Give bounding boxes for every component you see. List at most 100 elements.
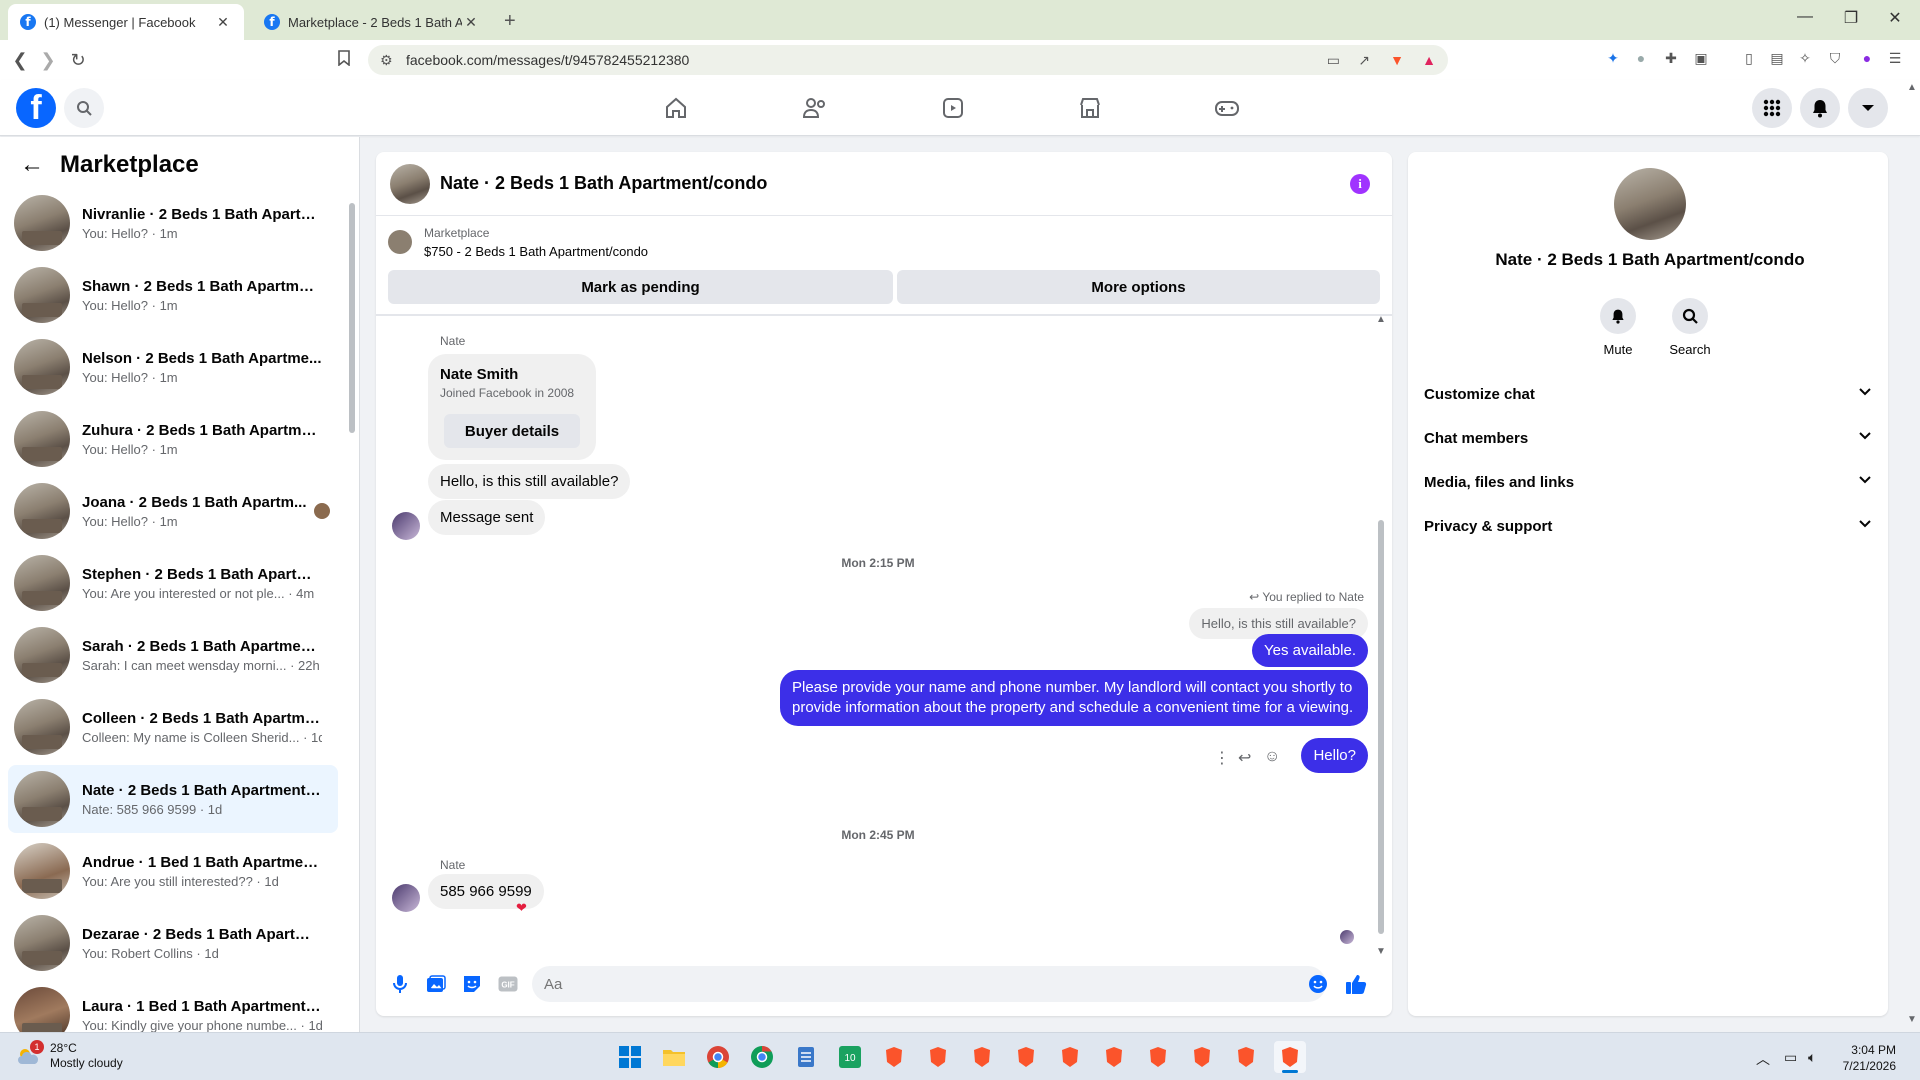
wallet-icon[interactable]: ▤ — [1768, 50, 1786, 68]
brave-browser-icon[interactable] — [1230, 1041, 1262, 1073]
page-scrollbar[interactable]: ▲ ▼ — [1904, 80, 1920, 1030]
file-explorer-icon[interactable] — [658, 1041, 690, 1073]
brave-browser-icon[interactable] — [966, 1041, 998, 1073]
bookmark-icon[interactable] — [332, 50, 356, 71]
more-options-button[interactable]: More options — [897, 270, 1380, 304]
network-icon[interactable]: ▭ — [1784, 1049, 1797, 1066]
new-tab-icon[interactable]: + — [504, 10, 516, 33]
customize-chat-row[interactable]: Customize chat — [1416, 372, 1886, 416]
incoming-message[interactable]: Hello, is this still available? — [428, 464, 631, 499]
extension-icon[interactable]: ▣ — [1692, 50, 1710, 68]
scrollbar-thumb[interactable] — [1378, 520, 1384, 934]
microphone-icon[interactable] — [388, 972, 412, 996]
tray-chevron-up-icon[interactable]: ︿ — [1756, 1049, 1770, 1069]
sidebar-scrollbar[interactable] — [348, 193, 356, 1032]
conversation-item[interactable]: Colleen · 2 Beds 1 Bath Apartme... Collee… — [8, 693, 338, 761]
chat-scrollbar[interactable]: ▲ ▼ — [1376, 314, 1386, 957]
gif-icon[interactable]: GIF — [496, 972, 520, 996]
like-thumb-icon[interactable] — [1344, 972, 1368, 996]
extensions-puzzle-icon[interactable]: ✚ — [1662, 50, 1680, 68]
vpn-icon[interactable]: ⛉ — [1826, 50, 1844, 68]
watch-icon[interactable] — [929, 92, 977, 124]
url-field[interactable]: ⚙ facebook.com/messages/t/94578245521238… — [368, 45, 1448, 75]
gaming-icon[interactable] — [1203, 92, 1251, 124]
incoming-message[interactable]: Message sent — [428, 500, 546, 535]
brave-browser-icon[interactable] — [878, 1041, 910, 1073]
brave-rewards-icon[interactable]: ▲ — [1422, 52, 1436, 68]
sticker-icon[interactable] — [460, 972, 484, 996]
conversation-item[interactable]: Laura · 1 Bed 1 Bath Apartment/... You: K… — [8, 981, 338, 1032]
buyer-details-button[interactable]: Buyer details — [444, 414, 580, 448]
outgoing-message[interactable]: Yes available. — [1251, 634, 1368, 667]
close-window-icon[interactable]: ✕ — [1880, 8, 1910, 28]
listing-thumbnail[interactable] — [388, 230, 412, 254]
media-files-links-row[interactable]: Media, files and links — [1416, 460, 1886, 504]
brave-browser-active-icon[interactable] — [1274, 1041, 1306, 1073]
sidebar-toggle-icon[interactable]: ▯ — [1740, 50, 1758, 68]
back-arrow-icon[interactable]: ← — [20, 151, 44, 179]
mute-button[interactable]: Mute — [1588, 298, 1648, 357]
brave-browser-icon[interactable] — [922, 1041, 954, 1073]
privacy-support-row[interactable]: Privacy & support — [1416, 504, 1886, 548]
chrome-profile-icon[interactable] — [746, 1041, 778, 1073]
conversation-item[interactable]: Shawn · 2 Beds 1 Bath Apartmen... You: He… — [8, 261, 338, 329]
back-icon[interactable]: ❮ — [8, 50, 32, 71]
conversation-item[interactable]: Stephen · 2 Beds 1 Bath Apartm... You: Ar… — [8, 549, 338, 617]
close-tab-icon[interactable]: ✕ — [462, 13, 480, 31]
home-icon[interactable] — [652, 92, 700, 124]
brave-browser-icon[interactable] — [1054, 1041, 1086, 1073]
heart-reaction-icon[interactable]: ❤ — [516, 900, 527, 916]
weather-widget[interactable]: 1 28°C Mostly cloudy — [16, 1040, 123, 1071]
browser-menu-icon[interactable]: ☰ — [1886, 50, 1904, 68]
tab-marketplace[interactable]: f Marketplace - 2 Beds 1 Bath Apartme ✕ — [252, 4, 492, 40]
menu-grid-icon[interactable] — [1752, 88, 1792, 128]
facebook-logo-icon[interactable]: f — [16, 88, 56, 128]
search-conversation-button[interactable]: Search — [1660, 298, 1720, 357]
conversation-item[interactable]: Nivranlie · 2 Beds 1 Bath Apartm... You: … — [8, 189, 338, 257]
scroll-down-icon[interactable]: ▼ — [1907, 1014, 1917, 1025]
reply-icon[interactable]: ↩ — [1238, 748, 1251, 768]
extension-icon[interactable]: ✦ — [1604, 50, 1622, 68]
system-clock[interactable]: 3:04 PM 7/21/2026 — [1843, 1042, 1896, 1074]
chrome-icon[interactable] — [702, 1041, 734, 1073]
brave-browser-icon[interactable] — [1098, 1041, 1130, 1073]
conversation-item[interactable]: Andrue · 1 Bed 1 Bath Apartmen... You: Ar… — [8, 837, 338, 905]
outgoing-message[interactable]: Please provide your name and phone numbe… — [780, 670, 1368, 726]
scrollbar-thumb[interactable] — [349, 203, 355, 433]
marketplace-icon[interactable] — [1066, 92, 1114, 124]
more-actions-icon[interactable]: ⋮ — [1214, 748, 1230, 768]
search-icon[interactable] — [64, 88, 104, 128]
friends-icon[interactable] — [791, 92, 839, 124]
leo-ai-icon[interactable]: ✧ — [1796, 50, 1814, 68]
scroll-up-icon[interactable]: ▲ — [1907, 82, 1917, 93]
conversation-item[interactable]: Sarah · 2 Beds 1 Bath Apartment... Sarah:… — [8, 621, 338, 689]
emoji-icon[interactable] — [1306, 972, 1330, 996]
extension-icon[interactable]: ● — [1632, 50, 1650, 68]
avatar[interactable] — [390, 163, 430, 204]
chat-title[interactable]: Nate · 2 Beds 1 Bath Apartment/condo — [440, 173, 767, 194]
share-icon[interactable]: ↗ — [1358, 52, 1370, 69]
brave-browser-icon[interactable] — [1010, 1041, 1042, 1073]
scroll-up-icon[interactable]: ▲ — [1376, 314, 1386, 325]
photo-icon[interactable] — [424, 972, 448, 996]
notifications-bell-icon[interactable] — [1800, 88, 1840, 128]
calendar-app-icon[interactable]: 10 — [834, 1041, 866, 1073]
tab-messenger[interactable]: f (1) Messenger | Facebook ✕ — [8, 4, 244, 40]
cast-icon[interactable]: ▭ — [1327, 52, 1340, 69]
site-settings-icon[interactable]: ⚙ — [380, 52, 393, 69]
restore-icon[interactable]: ❐ — [1836, 8, 1866, 28]
forward-icon[interactable]: ❯ — [36, 50, 60, 71]
brave-browser-icon[interactable] — [1186, 1041, 1218, 1073]
outgoing-message[interactable]: Hello? — [1301, 738, 1368, 773]
notepad-icon[interactable] — [790, 1041, 822, 1073]
conversation-item[interactable]: Zuhura · 2 Beds 1 Bath Apartme... You: He… — [8, 405, 338, 473]
mark-pending-button[interactable]: Mark as pending — [388, 270, 893, 304]
start-windows-icon[interactable] — [614, 1041, 646, 1073]
conversation-item[interactable]: Nelson · 2 Beds 1 Bath Apartme... You: He… — [8, 333, 338, 401]
message-input[interactable] — [532, 966, 1326, 1002]
info-icon[interactable]: i — [1350, 174, 1370, 194]
conversation-item-active[interactable]: Nate · 2 Beds 1 Bath Apartment/... Nate: … — [8, 765, 338, 833]
profile-icon[interactable]: ● — [1858, 50, 1876, 68]
reload-icon[interactable]: ↻ — [66, 50, 90, 71]
brave-shields-icon[interactable]: ▼ — [1390, 52, 1404, 68]
